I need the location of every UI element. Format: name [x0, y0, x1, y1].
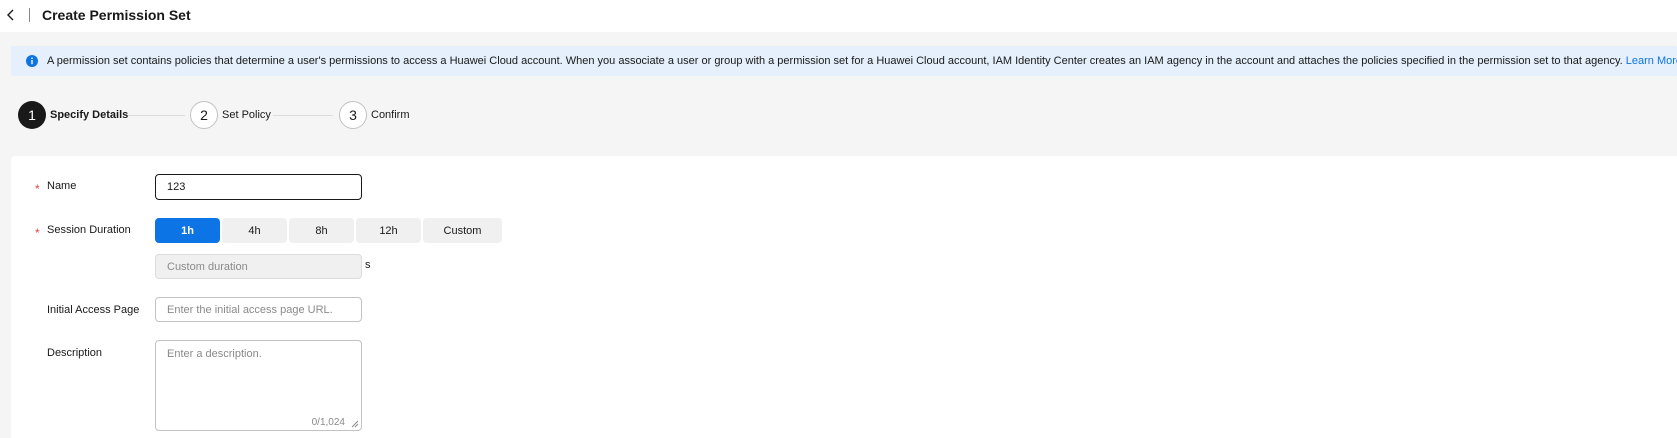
duration-option-4h[interactable]: 4h	[222, 218, 287, 243]
step-number: 2	[190, 101, 218, 129]
custom-duration-input[interactable]	[155, 254, 362, 279]
name-input[interactable]	[155, 174, 362, 200]
back-button[interactable]	[3, 6, 19, 24]
session-duration-label: Session Duration	[47, 224, 131, 236]
step-set-policy: 2 Set Policy	[190, 101, 280, 131]
header-divider	[29, 8, 30, 22]
page-header: Create Permission Set	[0, 0, 1677, 32]
step-label: Specify Details	[50, 109, 129, 121]
duration-option-1h[interactable]: 1h	[155, 218, 220, 243]
character-counter: 0/1,024	[311, 417, 345, 428]
duration-option-8h[interactable]: 8h	[289, 218, 354, 243]
initial-access-page-input[interactable]	[155, 297, 362, 322]
duration-option-custom[interactable]: Custom	[423, 218, 502, 243]
step-label: Confirm	[371, 109, 410, 121]
learn-more-link[interactable]: Learn More	[1626, 55, 1677, 67]
info-banner: A permission set contains policies that …	[11, 46, 1677, 76]
description-field: 0/1,024	[155, 340, 362, 431]
resize-handle-icon[interactable]	[351, 420, 359, 428]
page-title: Create Permission Set	[42, 7, 191, 23]
duration-unit: s	[365, 259, 371, 271]
step-connector	[273, 115, 333, 116]
info-message: A permission set contains policies that …	[47, 55, 1623, 67]
info-text: A permission set contains policies that …	[47, 55, 1677, 67]
step-number: 1	[18, 101, 46, 129]
step-specify-details: 1 Specify Details	[18, 101, 128, 131]
duration-option-12h[interactable]: 12h	[356, 218, 421, 243]
required-mark: *	[35, 226, 40, 240]
info-icon	[26, 55, 38, 67]
step-connector	[128, 115, 185, 116]
description-label: Description	[47, 347, 103, 359]
step-number: 3	[339, 101, 367, 129]
initial-access-page-label: Initial Access Page	[47, 304, 140, 316]
name-label: Name	[47, 180, 77, 192]
chevron-left-icon	[7, 9, 14, 21]
step-confirm: 3 Confirm	[339, 101, 419, 131]
required-mark: *	[35, 182, 40, 196]
step-label: Set Policy	[222, 109, 271, 121]
